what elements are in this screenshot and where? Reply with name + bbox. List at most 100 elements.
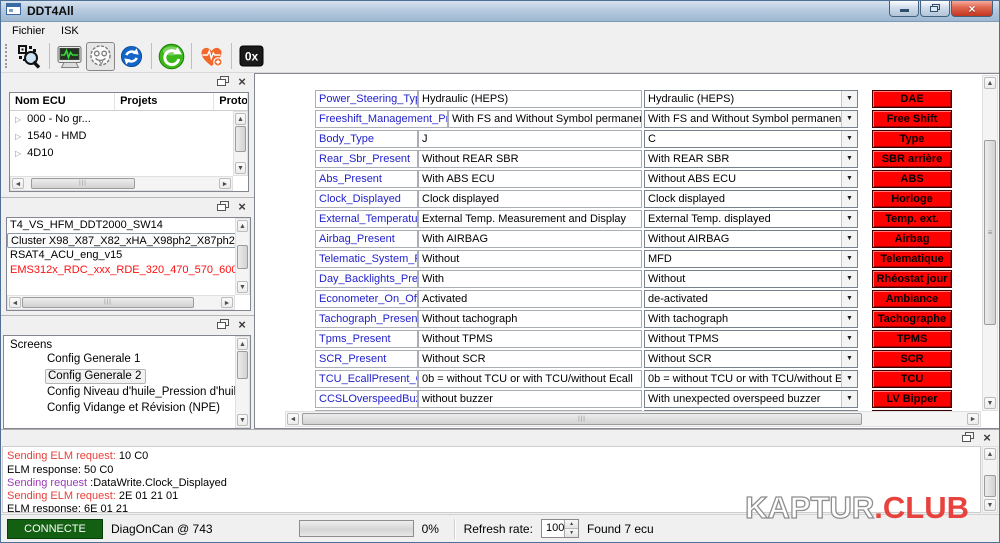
chevron-down-icon[interactable]: ▼ (841, 231, 857, 247)
log-vertical-scrollbar-thumb[interactable] (984, 475, 996, 497)
chevron-down-icon[interactable]: ▼ (841, 371, 857, 387)
main-vertical-scrollbar-arrow-2[interactable]: ▼ (984, 397, 996, 409)
param-combobox[interactable]: MFD▼ (644, 250, 858, 268)
param-combobox[interactable]: With REAR SBR▼ (644, 150, 858, 168)
param-write-button[interactable]: ABS (872, 170, 952, 188)
vehicles-vertical-scrollbar-arrow-1[interactable]: ▲ (237, 220, 248, 232)
chevron-down-icon[interactable]: ▼ (841, 391, 857, 407)
chevron-down-icon[interactable]: ▼ (841, 191, 857, 207)
ecu-column-header[interactable]: Protoc (214, 93, 248, 110)
connect-button[interactable]: CONNECTE (7, 519, 103, 539)
param-combobox[interactable]: de-activated▼ (644, 290, 858, 308)
ecu-horizontal-scrollbar[interactable]: ◄|||► (10, 176, 233, 191)
param-name-link[interactable]: Tachograph_Present (315, 310, 418, 328)
screen-tree-item[interactable]: Config Vidange et Révision (NPE) (4, 402, 250, 419)
screens-tree-root[interactable]: Screens (4, 336, 250, 353)
ecu-tree-row[interactable]: ▷1540 - HMD (10, 128, 248, 145)
param-name-link[interactable]: Econometer_On_Off (315, 290, 418, 308)
chevron-down-icon[interactable]: ▼ (841, 351, 857, 367)
close-dock-icon[interactable]: × (235, 75, 249, 88)
vehicles-horizontal-scrollbar[interactable]: ◄|||► (7, 295, 235, 310)
screens-vertical-scrollbar[interactable]: ▲▼ (235, 336, 250, 429)
vehicle-list-item[interactable]: EMS312x_RDC_xxx_RDE_320_470_570_600_710_… (7, 263, 250, 278)
chevron-down-icon[interactable]: ▼ (841, 131, 857, 147)
spin-up-icon[interactable]: ▲ (565, 520, 578, 529)
param-combobox[interactable]: External Temp. displayed▼ (644, 210, 858, 228)
close-dock-icon[interactable]: × (235, 200, 249, 213)
screen-tree-item[interactable]: Config Generale 2 (4, 369, 250, 386)
ecu-vertical-scrollbar-arrow-2[interactable]: ▼ (235, 162, 246, 174)
ecu-column-header[interactable]: Nom ECU (10, 93, 115, 110)
refresh-blue-icon[interactable] (117, 42, 146, 71)
param-name-link[interactable]: Abs_Present (315, 170, 418, 188)
param-write-button[interactable]: LV Bipper (872, 390, 952, 408)
refresh-rate-spinbox[interactable]: 100 ▲ ▼ (541, 519, 579, 538)
restore-button[interactable] (920, 1, 950, 17)
screens-vertical-scrollbar-thumb[interactable] (237, 351, 248, 379)
chevron-down-icon[interactable]: ▼ (841, 211, 857, 227)
scan-search-icon[interactable] (15, 42, 44, 71)
param-name-link[interactable]: TCU_EcallPresent_Cl (315, 370, 418, 388)
screens-vertical-scrollbar-arrow-1[interactable]: ▲ (237, 338, 248, 350)
minimize-button[interactable] (889, 1, 919, 17)
param-write-button[interactable]: TPMS (872, 330, 952, 348)
diagnostic-heart-icon[interactable] (197, 42, 226, 71)
hex-0x-icon[interactable]: 0x (237, 42, 266, 71)
param-combobox[interactable]: C▼ (644, 130, 858, 148)
screens-vertical-scrollbar-arrow-2[interactable]: ▼ (237, 414, 248, 426)
screen-tree-item[interactable]: Config Generale 1 (4, 353, 250, 370)
expander-icon[interactable]: ▷ (15, 115, 21, 124)
ecu-vertical-scrollbar-thumb[interactable] (235, 126, 246, 152)
ecu-horizontal-scrollbar-thumb[interactable]: ||| (31, 178, 135, 189)
chevron-down-icon[interactable]: ▼ (841, 251, 857, 267)
vehicles-vertical-scrollbar-arrow-2[interactable]: ▼ (237, 281, 248, 293)
param-name-link[interactable]: SCR_Present (315, 350, 418, 368)
ecu-tree-row[interactable]: ▷4D10 (10, 145, 248, 162)
refresh-rate-value[interactable]: 100 (542, 520, 564, 537)
float-dock-icon[interactable] (961, 431, 975, 444)
main-vertical-scrollbar[interactable]: ▲≡▼ (982, 75, 998, 412)
param-write-button[interactable]: Horloge (872, 190, 952, 208)
param-write-button[interactable]: Free Shift (872, 110, 952, 128)
vehicles-vertical-scrollbar[interactable]: ▲▼ (235, 218, 250, 295)
param-name-link[interactable]: Tpms_Present (315, 330, 418, 348)
ecu-horizontal-scrollbar-arrow-1[interactable]: ◄ (12, 178, 24, 189)
param-combobox[interactable]: With tachograph▼ (644, 310, 858, 328)
vehicles-horizontal-scrollbar-thumb[interactable]: ||| (22, 297, 194, 308)
param-name-link[interactable]: Body_Type (315, 130, 418, 148)
main-horizontal-scrollbar-arrow-1[interactable]: ◄ (287, 413, 299, 425)
ecu-vertical-scrollbar[interactable]: ▲▼ (233, 111, 248, 176)
ecu-vertical-scrollbar-arrow-1[interactable]: ▲ (235, 113, 246, 125)
param-name-link[interactable]: Airbag_Present (315, 230, 418, 248)
log-vertical-scrollbar-arrow-1[interactable]: ▲ (984, 448, 996, 460)
chevron-down-icon[interactable]: ▼ (841, 271, 857, 287)
param-combobox[interactable]: Without TPMS▼ (644, 330, 858, 348)
param-write-button[interactable]: Ambiance (872, 290, 952, 308)
main-horizontal-scrollbar-arrow-2[interactable]: ► (967, 413, 979, 425)
param-combobox[interactable]: Clock displayed▼ (644, 190, 858, 208)
param-name-link[interactable]: Power_Steering_Typ (315, 90, 418, 108)
param-combobox[interactable]: 0b = without TCU or with TCU/without Ec▼ (644, 370, 858, 388)
param-combobox[interactable]: With FS and Without Symbol permanently▼ (644, 110, 858, 128)
param-name-link[interactable]: CCSLOverspeedBuzzerInhibitic (315, 390, 418, 408)
param-name-link[interactable]: External_Temperature_Pres (315, 210, 418, 228)
chevron-down-icon[interactable]: ▼ (841, 151, 857, 167)
chevron-down-icon[interactable]: ▼ (841, 171, 857, 187)
param-name-link[interactable]: Telematic_System_Pr (315, 250, 418, 268)
param-write-button[interactable]: DAE (872, 90, 952, 108)
log-vertical-scrollbar-arrow-2[interactable]: ▼ (984, 499, 996, 511)
param-combobox[interactable]: Without ABS ECU▼ (644, 170, 858, 188)
param-write-button[interactable]: SCR (872, 350, 952, 368)
chevron-down-icon[interactable]: ▼ (841, 111, 857, 127)
ecu-tree-row[interactable]: ▷000 - No gr... (10, 111, 248, 128)
expander-icon[interactable]: ▷ (15, 132, 21, 141)
expander-icon[interactable]: ▷ (15, 149, 21, 158)
float-dock-icon[interactable] (216, 200, 230, 213)
param-write-button[interactable]: Type (872, 130, 952, 148)
param-combobox[interactable]: Hydraulic (HEPS)▼ (644, 90, 858, 108)
spin-down-icon[interactable]: ▼ (565, 529, 578, 537)
param-write-button[interactable]: Temp. ext. (872, 210, 952, 228)
vehicles-vertical-scrollbar-thumb[interactable] (237, 245, 248, 269)
float-dock-icon[interactable] (216, 318, 230, 331)
reload-green-icon[interactable] (157, 42, 186, 71)
